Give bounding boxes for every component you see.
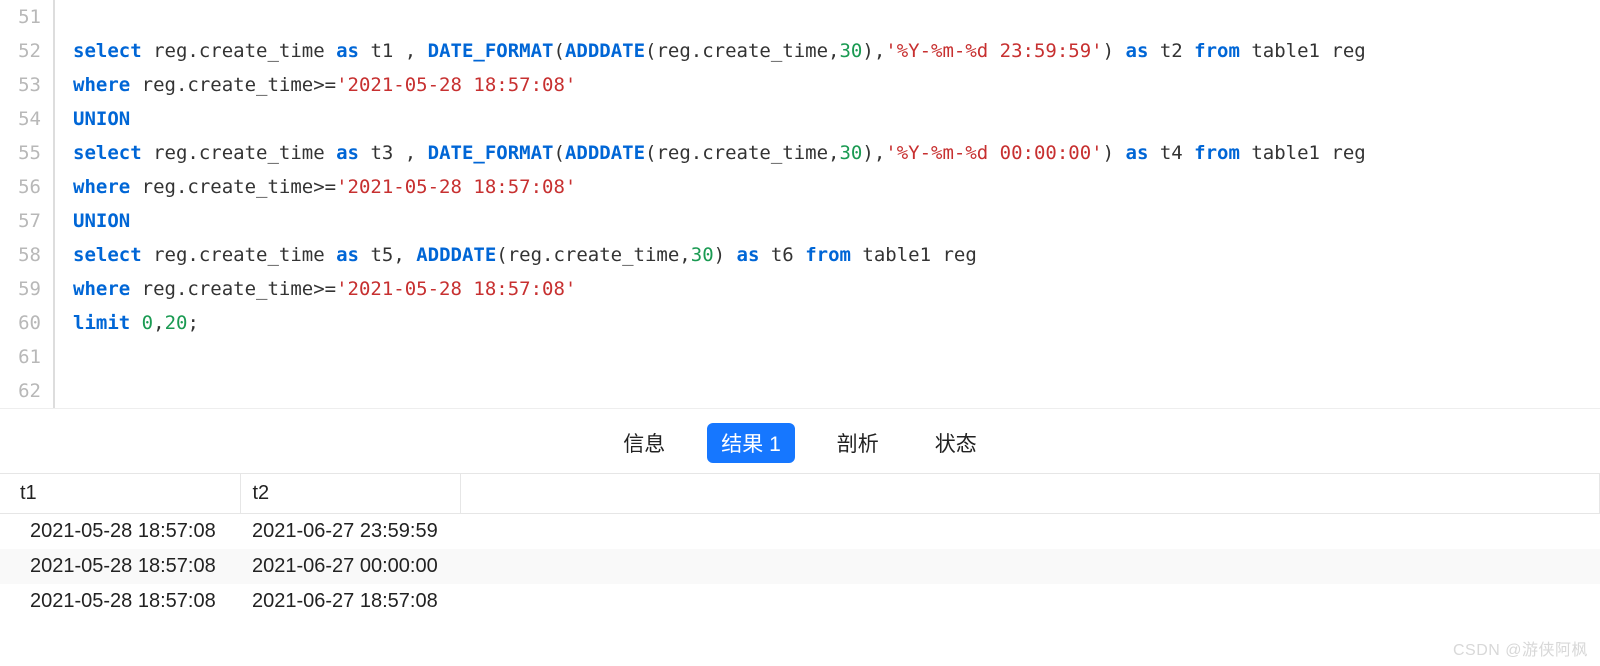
table-cell[interactable]: 2021-06-27 00:00:00 bbox=[240, 549, 460, 584]
code-line[interactable]: where reg.create_time>='2021-05-28 18:57… bbox=[73, 272, 1366, 306]
line-number: 61 bbox=[0, 340, 41, 374]
column-header[interactable]: t1 bbox=[0, 474, 240, 514]
tab-结果 1[interactable]: 结果 1 bbox=[707, 423, 795, 463]
results-panel: t1t2 2021-05-28 18:57:082021-06-27 23:59… bbox=[0, 473, 1600, 619]
watermark: CSDN @游侠阿枫 bbox=[1453, 636, 1588, 660]
column-header[interactable]: t2 bbox=[240, 474, 460, 514]
table-cell[interactable]: 2021-05-28 18:57:08 bbox=[0, 549, 240, 584]
line-number: 57 bbox=[0, 204, 41, 238]
line-number: 56 bbox=[0, 170, 41, 204]
table-cell[interactable]: 2021-05-28 18:57:08 bbox=[0, 514, 240, 550]
code-line[interactable]: select reg.create_time as t3 , DATE_FORM… bbox=[73, 136, 1366, 170]
sql-editor[interactable]: 515253545556575859606162 select reg.crea… bbox=[0, 0, 1600, 409]
line-number: 62 bbox=[0, 374, 41, 408]
code-line[interactable]: select reg.create_time as t5, ADDDATE(re… bbox=[73, 238, 1366, 272]
line-number: 52 bbox=[0, 34, 41, 68]
line-number: 54 bbox=[0, 102, 41, 136]
column-header-spacer bbox=[460, 474, 1600, 514]
code-line[interactable]: UNION bbox=[73, 102, 1366, 136]
code-line[interactable]: where reg.create_time>='2021-05-28 18:57… bbox=[73, 68, 1366, 102]
code-area[interactable]: select reg.create_time as t1 , DATE_FORM… bbox=[55, 0, 1366, 408]
results-table[interactable]: t1t2 2021-05-28 18:57:082021-06-27 23:59… bbox=[0, 474, 1600, 619]
line-number: 51 bbox=[0, 0, 41, 34]
tab-状态[interactable]: 状态 bbox=[921, 423, 991, 463]
line-number: 60 bbox=[0, 306, 41, 340]
result-tabs: 信息结果 1 剖析状态 bbox=[0, 409, 1600, 473]
line-number: 58 bbox=[0, 238, 41, 272]
line-number: 53 bbox=[0, 68, 41, 102]
code-line[interactable]: select reg.create_time as t1 , DATE_FORM… bbox=[73, 34, 1366, 68]
table-row[interactable]: 2021-05-28 18:57:082021-06-27 23:59:59 bbox=[0, 514, 1600, 550]
table-cell[interactable]: 2021-05-28 18:57:08 bbox=[0, 584, 240, 619]
results-header-row: t1t2 bbox=[0, 474, 1600, 514]
code-line[interactable]: where reg.create_time>='2021-05-28 18:57… bbox=[73, 170, 1366, 204]
line-gutter: 515253545556575859606162 bbox=[0, 0, 55, 408]
tab-剖析[interactable]: 剖析 bbox=[823, 423, 893, 463]
line-number: 55 bbox=[0, 136, 41, 170]
tab-信息[interactable]: 信息 bbox=[609, 423, 679, 463]
code-line[interactable]: UNION bbox=[73, 204, 1366, 238]
code-line[interactable] bbox=[73, 340, 1366, 374]
code-line[interactable] bbox=[73, 374, 1366, 408]
table-cell[interactable]: 2021-06-27 18:57:08 bbox=[240, 584, 460, 619]
table-cell[interactable]: 2021-06-27 23:59:59 bbox=[240, 514, 460, 550]
table-row[interactable]: 2021-05-28 18:57:082021-06-27 00:00:00 bbox=[0, 549, 1600, 584]
table-row[interactable]: 2021-05-28 18:57:082021-06-27 18:57:08 bbox=[0, 584, 1600, 619]
code-line[interactable]: limit 0,20; bbox=[73, 306, 1366, 340]
code-line[interactable] bbox=[73, 0, 1366, 34]
line-number: 59 bbox=[0, 272, 41, 306]
